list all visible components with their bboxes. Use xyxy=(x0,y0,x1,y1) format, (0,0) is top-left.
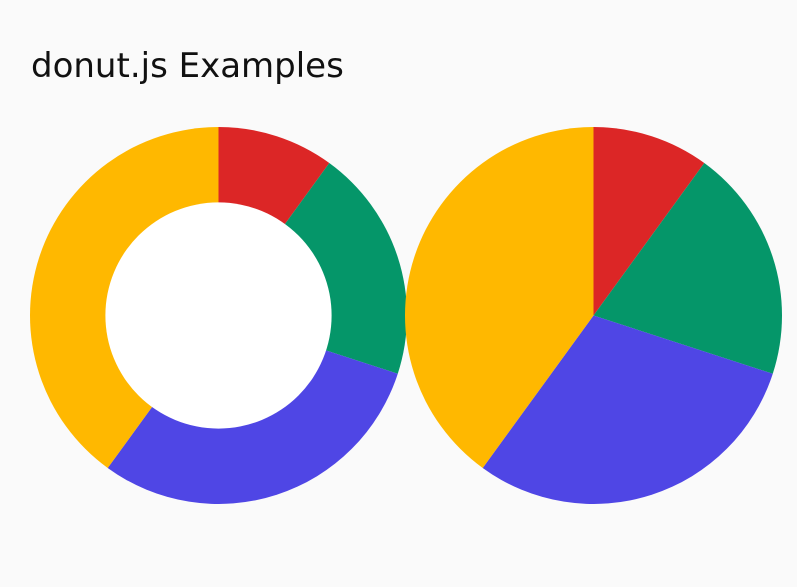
pie-chart-svg xyxy=(405,127,782,504)
donut-hole xyxy=(105,202,332,429)
donut-chart xyxy=(30,127,407,504)
page: donut.js Examples xyxy=(0,0,797,587)
donut-chart-svg xyxy=(30,127,407,504)
page-title: donut.js Examples xyxy=(31,46,344,86)
pie-chart xyxy=(405,127,782,504)
